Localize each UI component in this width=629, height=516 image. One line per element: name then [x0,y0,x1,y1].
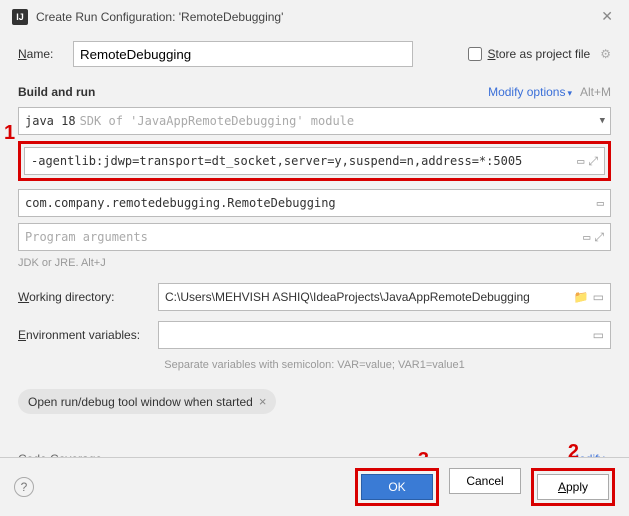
ok-button[interactable]: OK [361,474,433,500]
titlebar: IJ Create Run Configuration: 'RemoteDebu… [0,0,629,33]
chevron-down-icon: ▼ [600,116,605,126]
expand-icon[interactable]: ▭ [583,230,590,244]
annotation-box-3: OK [355,468,439,506]
apply-button[interactable]: Apply [537,474,609,500]
name-input[interactable] [73,41,413,67]
modify-shortcut: Alt+M [580,85,611,99]
fullscreen-icon[interactable]: ⤢ [594,230,604,245]
env-vars-label: Environment variables: [18,328,158,342]
store-as-project-label: Store as project file [488,47,591,61]
expand-icon[interactable]: ▭ [577,154,584,168]
annotation-box-1: -agentlib:jdwp=transport=dt_socket,serve… [18,141,611,181]
program-args-input[interactable]: Program arguments ▭ ⤢ [18,223,611,251]
gear-icon[interactable]: ⚙ [600,47,611,61]
working-dir-input[interactable]: C:\Users\MEHVISH ASHIQ\IdeaProjects\Java… [158,283,611,311]
app-icon: IJ [12,9,28,25]
expand-icon[interactable]: ▭ [597,196,604,210]
jre-helper-text: JDK or JRE. Alt+J [18,257,611,269]
vm-options-input[interactable]: -agentlib:jdwp=transport=dt_socket,serve… [24,147,605,175]
main-class-value: com.company.remotedebugging.RemoteDebugg… [25,196,593,210]
build-run-heading: Build and run [18,85,95,99]
vm-options-value: -agentlib:jdwp=transport=dt_socket,serve… [31,154,573,168]
dialog-title: Create Run Configuration: 'RemoteDebuggi… [36,10,597,24]
program-args-placeholder: Program arguments [25,230,579,244]
help-icon[interactable]: ? [14,477,34,497]
env-vars-input[interactable]: ▭ [158,321,611,349]
annotation-1: 1 [4,122,15,145]
open-tool-window-chip[interactable]: Open run/debug tool window when started … [18,389,276,414]
cancel-button[interactable]: Cancel [449,468,521,494]
main-class-input[interactable]: com.company.remotedebugging.RemoteDebugg… [18,189,611,217]
annotation-box-2: Apply [531,468,615,506]
dialog-footer: ? OK Cancel Apply [0,457,629,516]
working-dir-value: C:\Users\MEHVISH ASHIQ\IdeaProjects\Java… [165,290,570,304]
expand-icon[interactable]: ▭ [593,290,604,304]
working-dir-label: Working directory: [18,290,158,304]
expand-icon[interactable]: ▭ [593,328,604,342]
jre-value: java 18 [25,114,76,128]
jre-select[interactable]: java 18 SDK of 'JavaAppRemoteDebugging' … [18,107,611,135]
close-icon[interactable]: ✕ [597,8,617,25]
jre-hint: SDK of 'JavaAppRemoteDebugging' module [80,114,355,128]
close-icon[interactable]: × [259,394,267,409]
chip-label: Open run/debug tool window when started [28,395,253,409]
env-vars-hint: Separate variables with semicolon: VAR=v… [18,359,611,371]
modify-options-link[interactable]: Modify options▾ [488,85,572,99]
folder-icon[interactable]: 📁 [574,290,589,304]
fullscreen-icon[interactable]: ⤢ [588,154,598,169]
store-as-project-checkbox[interactable] [468,47,482,61]
name-label: Name: [18,47,73,61]
